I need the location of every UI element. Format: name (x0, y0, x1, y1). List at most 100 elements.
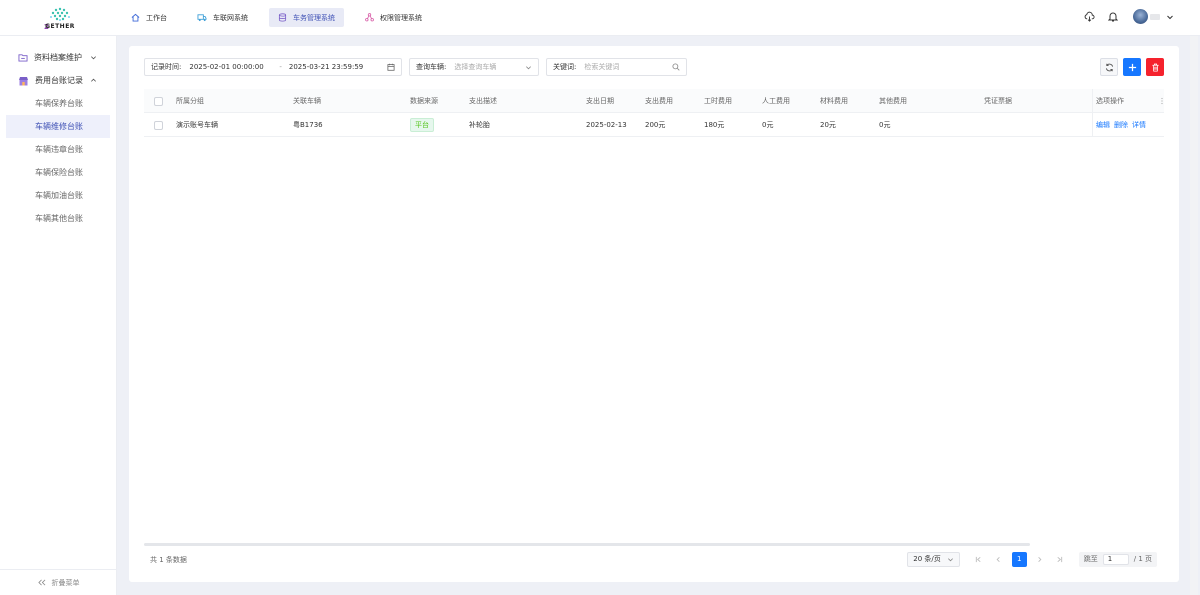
main-panel: 记录时间: 2025-02-01 00:00:00 - 2025-03-21 2… (129, 46, 1179, 582)
row-checkbox[interactable] (154, 113, 163, 137)
folder-icon (18, 54, 28, 62)
prev-page-button[interactable] (992, 552, 1006, 566)
header-date[interactable]: 支出日期 (586, 89, 614, 113)
top-bar: 2 GETHER 工作台 车联网系统 车务管理系统 权限管理系统 (0, 0, 1200, 36)
header-labor-hours[interactable]: 工时费用 (704, 89, 732, 113)
header-source[interactable]: 数据来源 (410, 89, 438, 113)
nav-workbench[interactable]: 工作台 (122, 8, 176, 27)
collapse-menu-button[interactable]: 折叠菜单 (0, 569, 117, 595)
table-row[interactable]: 演示账号车辆 粤B1736 平台 补轮胎 2025-02-13 200元 180… (144, 113, 1164, 137)
table-header-row: 所属分组 关联车辆 数据来源 支出描述 支出日期 支出费用 工时费用 人工费用 … (144, 89, 1164, 113)
delete-button[interactable] (1146, 58, 1164, 76)
page-size-select[interactable]: 20 条/页 (907, 551, 960, 567)
nav-vehicle-affairs-system[interactable]: 车务管理系统 (269, 8, 344, 27)
sidebar-item-violation[interactable]: 车辆违章台账 (6, 138, 110, 161)
chevron-left-icon (996, 556, 1000, 562)
cell-desc: 补轮胎 (469, 121, 490, 129)
sidebar-item-repair[interactable]: 车辆维修台账 (6, 115, 110, 138)
nodes-icon (365, 13, 374, 22)
header-group[interactable]: 所属分组 (176, 89, 204, 113)
chevron-right-icon (1038, 556, 1042, 562)
keyword-search[interactable]: 关键词: 检索关键词 (546, 58, 687, 76)
database-icon (278, 13, 287, 22)
last-page-icon (1057, 556, 1063, 562)
cell-labor: 0元 (762, 121, 774, 129)
cell-group: 演示账号车辆 (176, 121, 218, 129)
time-range-picker[interactable]: 记录时间: 2025-02-01 00:00:00 - 2025-03-21 2… (144, 58, 402, 76)
cell-source: 平台 (410, 113, 434, 137)
time-start-value[interactable]: 2025-02-01 00:00:00 (189, 63, 273, 71)
refresh-button[interactable] (1100, 58, 1118, 76)
cell-ops: 编辑 删除 详情 (1092, 113, 1164, 137)
next-page-button[interactable] (1033, 552, 1047, 566)
cell-labor-hours: 180元 (704, 121, 725, 129)
sidebar: 资料档案维护 费用台账记录 车辆保养台账 车辆维修台账 车辆违章台账 车辆保险台… (0, 36, 117, 595)
detail-link[interactable]: 详情 (1132, 120, 1146, 130)
search-icon[interactable] (672, 63, 680, 71)
logo-text: GETHER (45, 23, 75, 30)
sidebar-item-insurance[interactable]: 车辆保险台账 (6, 161, 110, 184)
header-desc[interactable]: 支出描述 (469, 89, 497, 113)
top-right-tools (1071, 9, 1174, 24)
pagination: 20 条/页 1 跳至 / 1 页 (907, 551, 1157, 567)
more-vertical-icon[interactable] (1160, 97, 1164, 105)
page-scrollbar[interactable] (1190, 36, 1198, 595)
chevron-down-icon[interactable] (1166, 13, 1174, 21)
time-label: 记录时间: (151, 63, 182, 71)
calendar-icon (387, 63, 395, 71)
home-icon (131, 13, 140, 22)
action-buttons (1095, 58, 1164, 76)
nav-iov-system[interactable]: 车联网系统 (188, 8, 257, 27)
time-end-value[interactable]: 2025-03-21 23:59:59 (289, 63, 387, 71)
vehicle-select[interactable]: 查询车辆: 选择查询车辆 (409, 58, 539, 76)
header-ops: 选项操作 (1092, 89, 1164, 113)
header-vehicle[interactable]: 关联车辆 (293, 89, 321, 113)
chevron-up-icon (91, 78, 96, 82)
page-jump: 跳至 / 1 页 (1078, 551, 1157, 567)
double-chevron-left-icon (37, 579, 45, 586)
nav-permission-system[interactable]: 权限管理系统 (356, 8, 431, 27)
header-cost[interactable]: 支出费用 (645, 89, 673, 113)
cell-date: 2025-02-13 (586, 121, 627, 129)
plus-icon (1128, 63, 1136, 71)
top-nav: 工作台 车联网系统 车务管理系统 权限管理系统 (122, 8, 443, 27)
edit-link[interactable]: 编辑 (1096, 120, 1110, 130)
sidebar-item-fuel[interactable]: 车辆加油台账 (6, 184, 110, 207)
cell-cost: 200元 (645, 121, 666, 129)
cell-material: 20元 (820, 121, 836, 129)
page-jump-input[interactable] (1102, 553, 1129, 565)
header-labor[interactable]: 人工费用 (762, 89, 790, 113)
sidebar-item-maintenance[interactable]: 车辆保养台账 (6, 92, 110, 115)
delete-link[interactable]: 删除 (1114, 120, 1128, 130)
chevron-down-icon (947, 557, 953, 561)
trash-icon (1151, 63, 1159, 72)
first-page-icon (976, 556, 981, 562)
cloud-download-icon[interactable] (1083, 11, 1095, 23)
vehicle-select-placeholder: 选择查询车辆 (454, 63, 497, 71)
first-page-button[interactable] (972, 552, 986, 566)
cell-vehicle: 粤B1736 (293, 121, 323, 129)
select-all-checkbox[interactable] (154, 89, 163, 113)
time-separator: - (279, 63, 282, 71)
sidebar-group-expense[interactable]: 费用台账记录 (0, 69, 116, 92)
header-material[interactable]: 材料费用 (820, 89, 848, 113)
refresh-icon (1105, 63, 1113, 71)
keyword-input-placeholder[interactable]: 检索关键词 (584, 62, 672, 72)
header-voucher[interactable]: 凭证票据 (984, 89, 1012, 113)
vehicle-label: 查询车辆: (416, 63, 447, 71)
chevron-down-icon (526, 65, 531, 69)
header-other[interactable]: 其他费用 (879, 89, 907, 113)
chevron-down-icon (91, 56, 96, 60)
expense-table: 所属分组 关联车辆 数据来源 支出描述 支出日期 支出费用 工时费用 人工费用 … (144, 89, 1164, 137)
horizontal-scrollbar[interactable] (144, 543, 1030, 546)
truck-icon (197, 14, 207, 22)
sidebar-group-archive[interactable]: 资料档案维护 (0, 46, 116, 69)
source-tag: 平台 (410, 118, 434, 132)
filter-bar: 记录时间: 2025-02-01 00:00:00 - 2025-03-21 2… (144, 58, 694, 76)
bell-icon[interactable] (1107, 11, 1119, 23)
avatar[interactable] (1133, 9, 1148, 24)
add-button[interactable] (1123, 58, 1141, 76)
page-number-current[interactable]: 1 (1011, 551, 1027, 567)
sidebar-item-other[interactable]: 车辆其他台账 (6, 207, 110, 230)
last-page-button[interactable] (1053, 552, 1067, 566)
